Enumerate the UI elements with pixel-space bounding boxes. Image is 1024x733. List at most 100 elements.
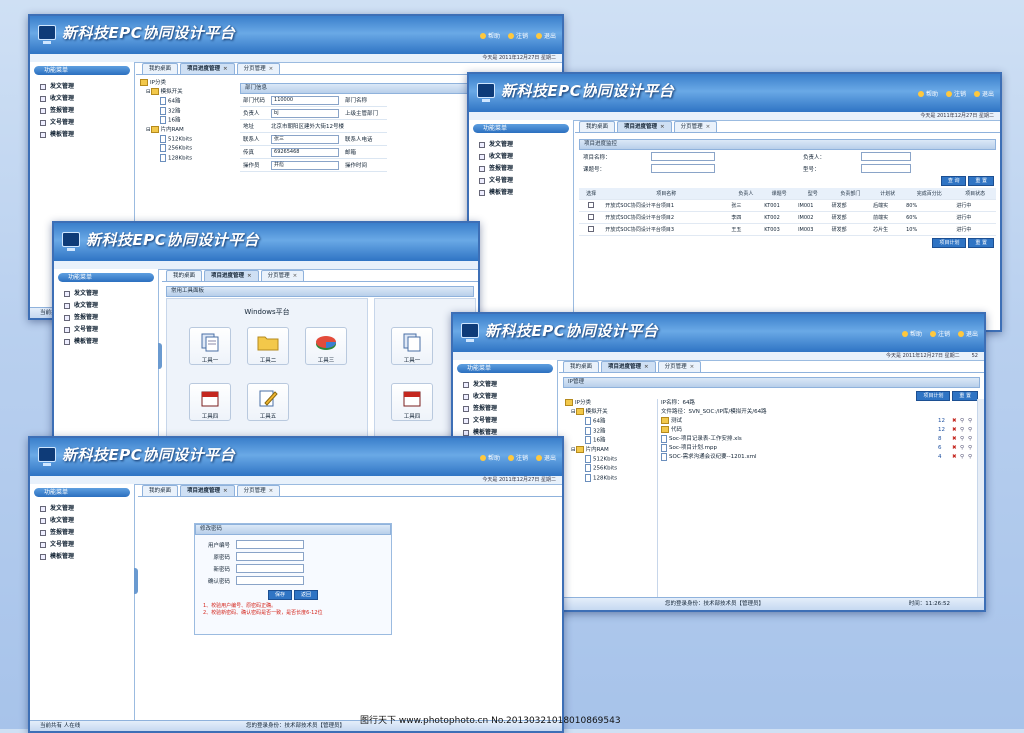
logout-link[interactable]: 注销	[929, 329, 950, 338]
menu-item[interactable]: 收文管理	[30, 93, 134, 105]
delete-icon[interactable]: ✖	[952, 426, 960, 435]
menu-item[interactable]: 模板管理	[469, 187, 573, 199]
search-icon[interactable]: ⚲	[968, 417, 976, 426]
menu-item[interactable]: 发文管理	[469, 139, 573, 151]
tab-progress[interactable]: 项目进度管理 ×	[204, 270, 259, 281]
tab-progress[interactable]: 项目进度管理 ×	[180, 485, 235, 496]
attach-icon[interactable]: ⚲	[960, 453, 968, 462]
close-icon[interactable]: ×	[690, 364, 695, 370]
new-password-field[interactable]	[236, 563, 305, 573]
menu-item[interactable]: 签报管理	[54, 312, 158, 324]
menu-item[interactable]: 收文管理	[54, 300, 158, 312]
list-item[interactable]: SOC-需求沟通会议纪要--1201.xml 4 ✖ ⚲ ⚲	[661, 453, 976, 462]
menu-item[interactable]: 签报管理	[453, 403, 557, 415]
logout-link[interactable]: 注销	[507, 453, 528, 462]
menu-item[interactable]: 签报管理	[30, 527, 134, 539]
reset-button[interactable]: 重 置	[968, 238, 994, 248]
owner-input[interactable]	[861, 152, 911, 161]
table-row[interactable]: 开放式SOC协同设计平台项目1 张三 KT001 IM001 研发部 后端实 80% 进行…	[579, 199, 996, 212]
tree-node[interactable]: ⊟ 片内RAM	[565, 445, 657, 455]
tree-node[interactable]: 512Kbits	[140, 134, 236, 145]
row-checkbox[interactable]	[588, 225, 595, 232]
tool-button[interactable]: 工具二	[247, 327, 289, 365]
list-item[interactable]: Soc-项目计划.mpp 6 ✖ ⚲ ⚲	[661, 444, 976, 453]
menu-item[interactable]: 文号管理	[30, 117, 134, 129]
operator-field[interactable]: 并彪	[271, 160, 340, 170]
tree-node[interactable]: 16路	[565, 436, 657, 446]
tree-node[interactable]: ⊟ 片内RAM	[140, 125, 236, 135]
menu-item[interactable]: 模板管理	[54, 336, 158, 348]
logout-link[interactable]: 注销	[945, 89, 966, 98]
tree-node[interactable]: 64路	[140, 97, 236, 107]
search-icon[interactable]: ⚲	[968, 453, 976, 462]
scrollbar[interactable]	[977, 399, 984, 598]
tree-node[interactable]: 32路	[140, 106, 236, 117]
menu-item[interactable]: 发文管理	[30, 503, 134, 515]
menu-item[interactable]: 模板管理	[30, 129, 134, 141]
tree-node[interactable]: 16路	[140, 116, 236, 126]
dept-code-field[interactable]: 110000	[271, 95, 340, 105]
list-item[interactable]: Soc-项目记录表-工作安排.xls 8 ✖ ⚲ ⚲	[661, 435, 976, 444]
tool-button[interactable]: 工具三	[305, 327, 347, 365]
exit-link[interactable]: 退出	[957, 329, 978, 338]
tab-progress[interactable]: 项目进度管理 ×	[601, 361, 656, 372]
tree-node[interactable]: ⊟ 模拟开关	[140, 88, 236, 97]
tab-paging[interactable]: 分页管理 ×	[236, 485, 281, 496]
code-input[interactable]	[651, 164, 715, 173]
back-button[interactable]: 返回	[293, 590, 318, 600]
tab-paging[interactable]: 分页管理 ×	[673, 121, 718, 132]
close-icon[interactable]: ×	[247, 273, 252, 279]
logout-link[interactable]: 注销	[507, 31, 528, 40]
tool-button[interactable]: 工具一	[391, 327, 433, 365]
menu-item[interactable]: 文号管理	[453, 415, 557, 427]
tree-node[interactable]: 256Kbits	[565, 464, 657, 474]
query-button[interactable]: 查 询	[940, 176, 967, 186]
tab-desktop[interactable]: 我的桌面	[563, 361, 600, 372]
menu-item[interactable]: 模板管理	[30, 551, 134, 563]
type-input[interactable]	[861, 164, 911, 173]
tree-node[interactable]: 64路	[565, 417, 657, 427]
menu-item[interactable]: 文号管理	[54, 324, 158, 336]
tab-progress[interactable]: 项目进度管理 ×	[617, 121, 672, 132]
close-icon[interactable]: ×	[223, 488, 228, 494]
list-item[interactable]: 测试 12 ✖ ⚲ ⚲	[661, 417, 976, 426]
exit-link[interactable]: 退出	[973, 89, 994, 98]
tree-node[interactable]: 128Kbits	[140, 153, 236, 164]
attach-icon[interactable]: ⚲	[960, 426, 968, 435]
row-checkbox[interactable]	[588, 201, 595, 208]
old-password-field[interactable]	[236, 551, 305, 561]
search-icon[interactable]: ⚲	[968, 426, 976, 435]
tab-desktop[interactable]: 我的桌面	[579, 121, 616, 132]
close-icon[interactable]: ×	[293, 273, 298, 279]
project-plan-button[interactable]: 项目计划	[932, 238, 967, 248]
row-checkbox[interactable]	[588, 213, 595, 220]
menu-item[interactable]: 签报管理	[469, 163, 573, 175]
tab-paging[interactable]: 分页管理 ×	[657, 361, 702, 372]
menu-item[interactable]: 收文管理	[30, 515, 134, 527]
menu-item[interactable]: 签报管理	[30, 105, 134, 117]
tab-desktop[interactable]: 我的桌面	[166, 270, 203, 281]
attach-icon[interactable]: ⚲	[960, 417, 968, 426]
fax-field[interactable]: 69265468	[271, 147, 340, 157]
table-row[interactable]: 开放式SOC协同设计平台项目2 李四 KT002 IM002 研发部 前端实 60% 进行…	[579, 211, 996, 224]
menu-item[interactable]: 文号管理	[469, 175, 573, 187]
exit-link[interactable]: 退出	[535, 453, 556, 462]
close-icon[interactable]: ×	[644, 364, 649, 370]
close-icon[interactable]: ×	[706, 124, 711, 130]
delete-icon[interactable]: ✖	[952, 453, 960, 462]
save-button[interactable]: 保存	[268, 590, 293, 600]
tab-paging[interactable]: 分页管理 ×	[260, 270, 305, 281]
tree-node[interactable]: 512Kbits	[565, 454, 657, 465]
menu-item[interactable]: 收文管理	[453, 391, 557, 403]
tree-node[interactable]: 128Kbits	[565, 473, 657, 484]
menu-item[interactable]: 文号管理	[30, 539, 134, 551]
tab-desktop[interactable]: 我的桌面	[142, 63, 179, 74]
exit-link[interactable]: 退出	[535, 31, 556, 40]
menu-item[interactable]: 发文管理	[54, 288, 158, 300]
attach-icon[interactable]: ⚲	[960, 435, 968, 444]
close-icon[interactable]: ×	[269, 66, 274, 72]
table-row[interactable]: 开放式SOC协同设计平台项目3 王五 KT003 IM003 研发部 芯片生 10% 进行…	[579, 223, 996, 236]
help-link[interactable]: 帮助	[479, 453, 500, 462]
close-icon[interactable]: ×	[223, 66, 228, 72]
menu-item[interactable]: 发文管理	[453, 379, 557, 391]
